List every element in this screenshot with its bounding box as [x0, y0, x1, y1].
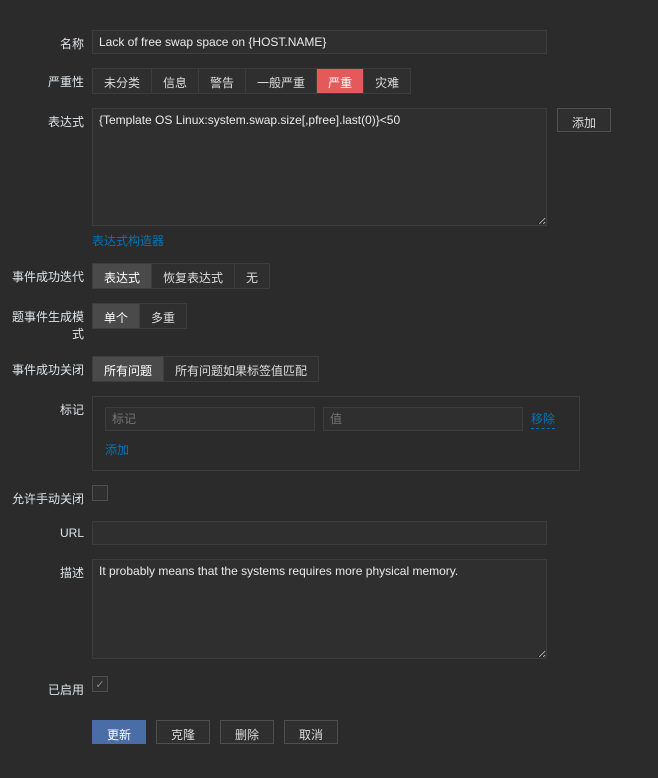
tag-remove-link[interactable]: 移除	[531, 410, 555, 429]
trigger-form: 名称 严重性 未分类 信息 警告 一般严重 严重 灾难 表达式 添加 表达式	[0, 0, 658, 778]
row-expression: 表达式 添加 表达式构造器	[8, 108, 638, 249]
generation-option-1[interactable]: 多重	[140, 304, 186, 328]
label-url: URL	[8, 521, 92, 540]
iteration-option-2[interactable]: 无	[235, 264, 269, 288]
tags-box: 移除 添加	[92, 396, 580, 471]
expression-textarea[interactable]	[92, 108, 547, 226]
row-severity: 严重性 未分类 信息 警告 一般严重 严重 灾难	[8, 68, 638, 94]
close-option-1[interactable]: 所有问题如果标签值匹配	[164, 357, 318, 381]
tag-name-input[interactable]	[105, 407, 315, 431]
row-description: 描述	[8, 559, 638, 662]
row-manual-close: 允许手动关闭	[8, 485, 638, 507]
iteration-option-0[interactable]: 表达式	[93, 264, 152, 288]
enabled-checkbox[interactable]	[92, 676, 108, 692]
label-close: 事件成功关闭	[8, 356, 92, 378]
row-url: URL	[8, 521, 638, 545]
manual-close-checkbox[interactable]	[92, 485, 108, 501]
delete-button[interactable]: 删除	[220, 720, 274, 744]
clone-button[interactable]: 克隆	[156, 720, 210, 744]
generation-segmented: 单个 多重	[92, 303, 187, 329]
label-expression: 表达式	[8, 108, 92, 130]
severity-option-2[interactable]: 警告	[199, 69, 246, 93]
url-input[interactable]	[92, 521, 547, 545]
label-iteration: 事件成功迭代	[8, 263, 92, 285]
row-iteration: 事件成功迭代 表达式 恢复表达式 无	[8, 263, 638, 289]
row-enabled: 已启用	[8, 676, 638, 698]
severity-segmented: 未分类 信息 警告 一般严重 严重 灾难	[92, 68, 411, 94]
severity-option-0[interactable]: 未分类	[93, 69, 152, 93]
label-description: 描述	[8, 559, 92, 581]
close-option-0[interactable]: 所有问题	[93, 357, 164, 381]
label-tags: 标记	[8, 396, 92, 418]
severity-option-1[interactable]: 信息	[152, 69, 199, 93]
update-button[interactable]: 更新	[92, 720, 146, 744]
generation-option-0[interactable]: 单个	[93, 304, 140, 328]
label-generation: 题事件生成模式	[8, 303, 92, 342]
row-actions: 更新 克隆 删除 取消	[8, 712, 638, 744]
row-tags: 标记 移除 添加	[8, 396, 638, 471]
row-close: 事件成功关闭 所有问题 所有问题如果标签值匹配	[8, 356, 638, 382]
row-name: 名称	[8, 30, 638, 54]
label-enabled: 已启用	[8, 676, 92, 698]
expression-builder-link[interactable]: 表达式构造器	[92, 234, 164, 248]
cancel-button[interactable]: 取消	[284, 720, 338, 744]
description-textarea[interactable]	[92, 559, 547, 659]
severity-option-5[interactable]: 灾难	[364, 69, 410, 93]
name-input[interactable]	[92, 30, 547, 54]
row-generation: 题事件生成模式 单个 多重	[8, 303, 638, 342]
severity-option-3[interactable]: 一般严重	[246, 69, 317, 93]
action-buttons: 更新 克隆 删除 取消	[92, 720, 638, 744]
tag-value-input[interactable]	[323, 407, 523, 431]
label-severity: 严重性	[8, 68, 92, 90]
close-segmented: 所有问题 所有问题如果标签值匹配	[92, 356, 319, 382]
severity-option-4[interactable]: 严重	[317, 69, 364, 93]
label-manual-close: 允许手动关闭	[8, 485, 92, 507]
tag-add-link[interactable]: 添加	[105, 443, 129, 457]
iteration-segmented: 表达式 恢复表达式 无	[92, 263, 270, 289]
expression-add-button[interactable]: 添加	[557, 108, 611, 132]
iteration-option-1[interactable]: 恢复表达式	[152, 264, 235, 288]
label-name: 名称	[8, 30, 92, 52]
